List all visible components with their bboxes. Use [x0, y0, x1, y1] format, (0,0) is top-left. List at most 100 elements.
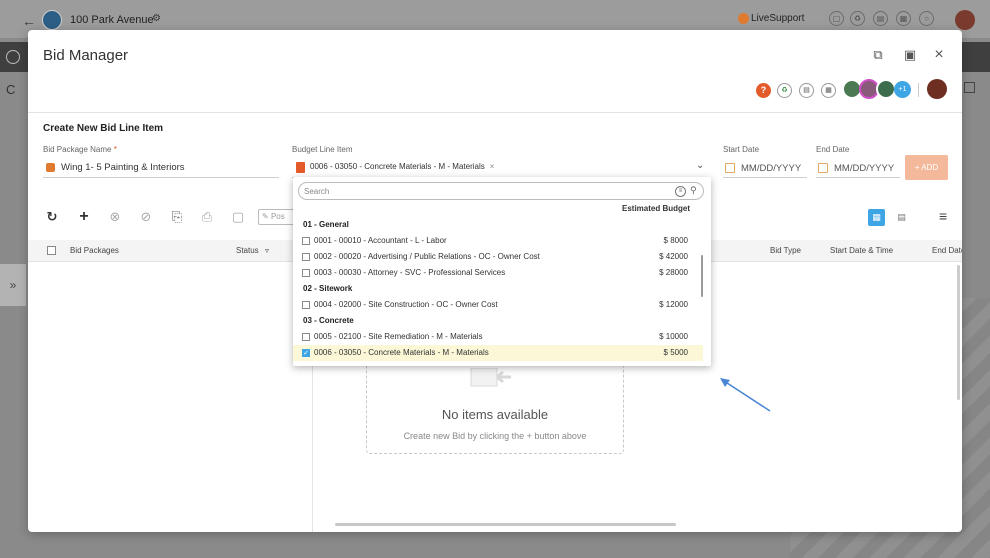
required-mark: *	[113, 145, 117, 154]
block-icon[interactable]: ⊘	[139, 210, 153, 224]
list-item[interactable]: 0003 - 00030 - Attorney - SVC - Professi…	[293, 265, 703, 281]
gear-icon[interactable]: ⚙	[152, 13, 161, 24]
budget-line-label: Budget Line Item	[292, 145, 353, 154]
start-date-field[interactable]: MM/DD/YYYY	[741, 163, 801, 174]
open-external-icon[interactable]: ⧉	[871, 48, 885, 62]
reports-icon[interactable]: ▦	[821, 83, 836, 98]
delete-icon[interactable]: ▢	[231, 210, 245, 224]
select-all-checkbox[interactable]	[47, 246, 56, 255]
live-support-link[interactable]: LiveSupport	[751, 13, 804, 24]
reports-icon[interactable]: ▦	[896, 11, 911, 26]
annotation-arrow-icon	[720, 378, 771, 412]
item-checkbox[interactable]	[302, 269, 310, 277]
document-icon[interactable]: ▤	[799, 83, 814, 98]
column-status[interactable]: Status	[236, 246, 259, 255]
dropdown-search[interactable]: ≡ ⚲	[298, 182, 704, 200]
add-icon[interactable]: +	[77, 209, 91, 225]
field-underline	[723, 177, 807, 178]
filter-icon[interactable]: ▿	[265, 246, 269, 255]
cancel-icon[interactable]: ⊗	[108, 210, 122, 224]
user-avatar[interactable]	[955, 10, 975, 30]
search-icon[interactable]: ⚲	[690, 185, 697, 196]
add-button[interactable]: + ADD	[905, 155, 948, 180]
horizontal-scrollbar[interactable]	[335, 523, 676, 526]
filter-icon[interactable]: ≡	[675, 186, 686, 197]
close-icon[interactable]: ×	[932, 47, 946, 63]
field-underline	[816, 177, 900, 178]
hamburger-menu-icon[interactable]: ≡	[939, 208, 947, 224]
more-collaborators-badge[interactable]: +1	[894, 81, 911, 98]
chip-remove-icon[interactable]: ×	[490, 162, 495, 171]
end-date-label: End Date	[816, 145, 850, 154]
list-item[interactable]: 0005 - 02100 - Site Remediation - M - Ma…	[293, 329, 703, 345]
sidebar-expand-button[interactable]: »	[0, 264, 26, 306]
column-bid-packages[interactable]: Bid Packages	[70, 246, 119, 255]
post-label: Pos	[270, 212, 285, 221]
search-icon[interactable]: ○	[919, 11, 934, 26]
empty-state-subtitle: Create new Bid by clicking the + button …	[403, 431, 587, 441]
dropdown-search-input[interactable]	[304, 185, 644, 197]
column-end-date[interactable]: End Date	[932, 246, 962, 255]
double-chevron-right-icon: »	[9, 278, 17, 292]
item-label: 0001 - 00010 - Accountant - L - Labor	[314, 236, 447, 245]
budget-item-icon	[296, 162, 305, 173]
item-checkbox[interactable]	[302, 301, 310, 309]
list-item[interactable]: 0001 - 00010 - Accountant - L - Labor $ 8…	[293, 233, 703, 249]
empty-state-title: No items available	[441, 407, 549, 422]
vertical-scrollbar[interactable]	[957, 265, 960, 400]
column-bid-type[interactable]: Bid Type	[770, 246, 801, 255]
item-checkbox-checked[interactable]: ✓	[302, 349, 310, 357]
calendar-icon[interactable]	[725, 163, 735, 173]
modal-title: Bid Manager	[43, 47, 129, 64]
help-icon[interactable]: ?	[756, 83, 771, 98]
item-label: 0005 - 02100 - Site Remediation - M - Ma…	[314, 332, 483, 341]
print-icon[interactable]: ⎙	[200, 210, 214, 224]
recycle-icon[interactable]: ♻	[777, 83, 792, 98]
refresh-icon[interactable]: ↻	[45, 210, 59, 224]
column-start-date-time[interactable]: Start Date & Time	[830, 246, 893, 255]
post-button[interactable]: ✎ Pos	[258, 209, 298, 225]
current-user-avatar[interactable]	[927, 79, 947, 99]
list-item-selected[interactable]: ✓ 0006 - 03050 - Concrete Materials - M -…	[293, 345, 703, 361]
list-item[interactable]: 0002 - 00020 - Advertising / Public Rela…	[293, 249, 703, 265]
item-amount: $ 10000	[659, 332, 688, 341]
export-icon[interactable]: ⎘	[170, 210, 184, 224]
budget-line-chip[interactable]: 0006 - 03050 - Concrete Materials - M - …	[310, 162, 494, 171]
maximize-icon[interactable]: ▣	[903, 48, 917, 62]
bid-package-label-text: Bid Package Name	[43, 145, 112, 154]
end-date-field[interactable]: MM/DD/YYYY	[834, 163, 894, 174]
post-icon: ✎	[262, 212, 269, 221]
recycle-icon[interactable]: ♻	[850, 11, 865, 26]
item-amount: $ 8000	[663, 236, 688, 245]
document-icon[interactable]: ▤	[873, 11, 888, 26]
table-view-icon[interactable]: ▦	[868, 209, 885, 226]
group-header: 01 - General	[293, 217, 703, 233]
back-arrow-icon[interactable]: ←	[22, 13, 36, 29]
app-logo-icon	[6, 50, 20, 64]
external-link-icon[interactable]	[964, 82, 975, 93]
list-item[interactable]: 0004 - 02000 - Site Construction - OC - …	[293, 297, 703, 313]
project-name[interactable]: 100 Park Avenue	[70, 14, 154, 26]
calendar-icon[interactable]: ▢	[829, 11, 844, 26]
group-label: 02 - Sitework	[303, 284, 353, 293]
item-label: 0003 - 00030 - Attorney - SVC - Professi…	[314, 268, 506, 277]
item-label: 0004 - 02000 - Site Construction - OC - …	[314, 300, 498, 309]
group-label: 01 - General	[303, 220, 349, 229]
empty-state-illustration	[470, 368, 511, 387]
item-amount: $ 28000	[659, 268, 688, 277]
bid-package-field[interactable]: Wing 1- 5 Painting & Interiors	[61, 162, 185, 173]
group-label: 03 - Concrete	[303, 316, 354, 325]
collaborator-avatar[interactable]	[876, 79, 896, 99]
chart-view-icon[interactable]: ▤	[893, 209, 910, 226]
item-checkbox[interactable]	[302, 237, 310, 245]
item-checkbox[interactable]	[302, 333, 310, 341]
item-label: 0006 - 03050 - Concrete Materials - M - …	[314, 348, 489, 357]
calendar-icon[interactable]	[818, 163, 828, 173]
item-checkbox[interactable]	[302, 253, 310, 261]
dropdown-scrollbar[interactable]	[701, 255, 703, 297]
chevron-down-icon[interactable]: ⌄	[696, 160, 704, 171]
budget-line-dropdown: ≡ ⚲ Estimated Budget 01 - General 0001 -…	[293, 177, 711, 366]
header-divider	[918, 83, 919, 97]
bid-package-icon	[46, 163, 55, 172]
bid-package-label: Bid Package Name *	[43, 145, 117, 154]
